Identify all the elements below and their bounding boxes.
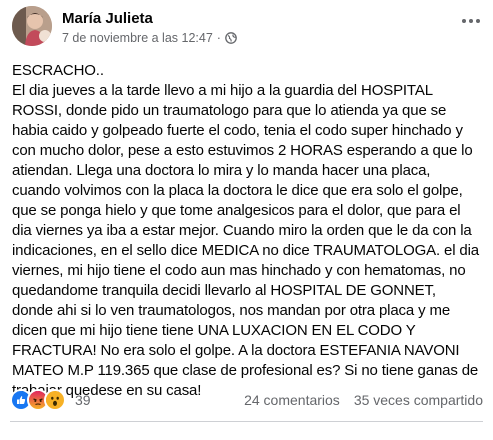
wow-reaction-icon	[44, 389, 66, 411]
reactions-summary[interactable]: 39	[10, 389, 91, 411]
shares-count[interactable]: 35 veces compartido	[354, 392, 483, 408]
footer-divider	[10, 421, 483, 422]
reaction-count[interactable]: 39	[75, 392, 91, 408]
more-options-icon[interactable]	[459, 12, 483, 30]
post-body: ESCRACHO.. El dia jueves a la tarde llev…	[12, 62, 479, 399]
comments-count[interactable]: 24 comentarios	[244, 392, 340, 408]
post-meta: 7 de noviembre a las 12:47 ·	[62, 31, 237, 45]
author-avatar[interactable]	[12, 6, 52, 46]
post-timestamp[interactable]: 7 de noviembre a las 12:47	[62, 31, 213, 45]
author-name[interactable]: María Julieta	[62, 10, 153, 27]
post-footer: 39 24 comentarios 35 veces compartido	[10, 388, 483, 412]
meta-separator: ·	[216, 31, 221, 45]
globe-icon[interactable]	[225, 32, 237, 44]
